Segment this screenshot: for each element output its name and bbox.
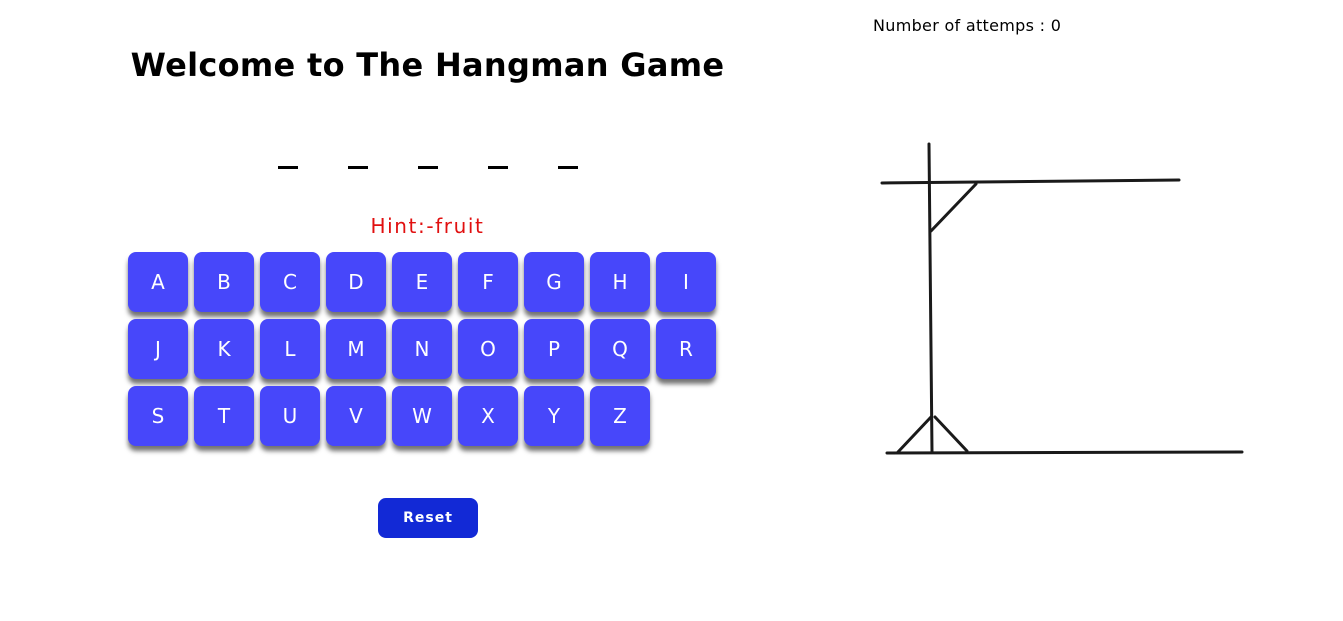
gallows-post (927, 142, 934, 454)
attempts-counter: Number of attemps : 0 (873, 16, 1062, 35)
key-a[interactable]: A (128, 252, 188, 312)
key-o[interactable]: O (458, 319, 518, 379)
key-g[interactable]: G (524, 252, 584, 312)
letter-blank (278, 166, 298, 169)
key-e[interactable]: E (392, 252, 452, 312)
letter-blank (488, 166, 508, 169)
key-j[interactable]: J (128, 319, 188, 379)
key-m[interactable]: M (326, 319, 386, 379)
key-y[interactable]: Y (524, 386, 584, 446)
key-t[interactable]: T (194, 386, 254, 446)
letter-blank (558, 166, 578, 169)
key-u[interactable]: U (260, 386, 320, 446)
gallows-left-support (896, 415, 933, 454)
letter-blank (348, 166, 368, 169)
key-s[interactable]: S (128, 386, 188, 446)
key-q[interactable]: Q (590, 319, 650, 379)
word-blanks (278, 166, 578, 169)
key-x[interactable]: X (458, 386, 518, 446)
key-p[interactable]: P (524, 319, 584, 379)
gallows-right-support (933, 415, 969, 453)
key-r[interactable]: R (656, 319, 716, 379)
key-v[interactable]: V (326, 386, 386, 446)
key-f[interactable]: F (458, 252, 518, 312)
key-l[interactable]: L (260, 319, 320, 379)
letter-blank (418, 166, 438, 169)
key-d[interactable]: D (326, 252, 386, 312)
key-b[interactable]: B (194, 252, 254, 312)
key-k[interactable]: K (194, 319, 254, 379)
letter-keyboard: A B C D E F G H I J K L M N O P Q R S T … (128, 252, 728, 446)
gallows-beam (880, 178, 1181, 185)
key-n[interactable]: N (392, 319, 452, 379)
gallows-brace (929, 182, 978, 233)
reset-button[interactable]: Reset (378, 498, 478, 538)
key-c[interactable]: C (260, 252, 320, 312)
hint-text: Hint:-fruit (370, 214, 485, 238)
key-w[interactable]: W (392, 386, 452, 446)
game-title: Welcome to The Hangman Game (130, 46, 725, 84)
key-i[interactable]: I (656, 252, 716, 312)
key-h[interactable]: H (590, 252, 650, 312)
gallows-base (885, 450, 1244, 455)
gallows-drawing (880, 142, 1244, 455)
key-z[interactable]: Z (590, 386, 650, 446)
